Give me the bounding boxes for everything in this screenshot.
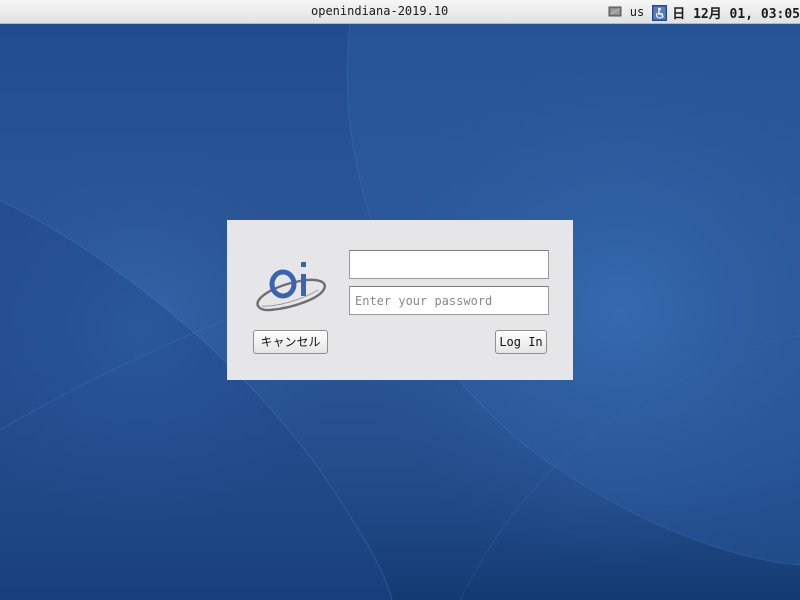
- display-icon[interactable]: [608, 5, 622, 19]
- openindiana-logo: [256, 262, 326, 312]
- password-field[interactable]: [349, 286, 549, 315]
- desktop-screen: openindiana-2019.10 us 日 12月 01, 03:05 キ…: [0, 0, 800, 600]
- login-button[interactable]: Log In: [495, 330, 547, 354]
- username-field[interactable]: [349, 250, 549, 279]
- accessibility-icon[interactable]: [652, 5, 668, 21]
- top-panel: openindiana-2019.10 us 日 12月 01, 03:05: [0, 0, 800, 24]
- system-tray: us 日 12月 01, 03:05: [608, 0, 800, 24]
- clock-label[interactable]: 日 12月 01, 03:05: [672, 3, 800, 22]
- cancel-button[interactable]: キャンセル: [253, 330, 328, 354]
- keyboard-layout-indicator[interactable]: us: [630, 5, 644, 19]
- hostname-label: openindiana-2019.10: [311, 4, 449, 18]
